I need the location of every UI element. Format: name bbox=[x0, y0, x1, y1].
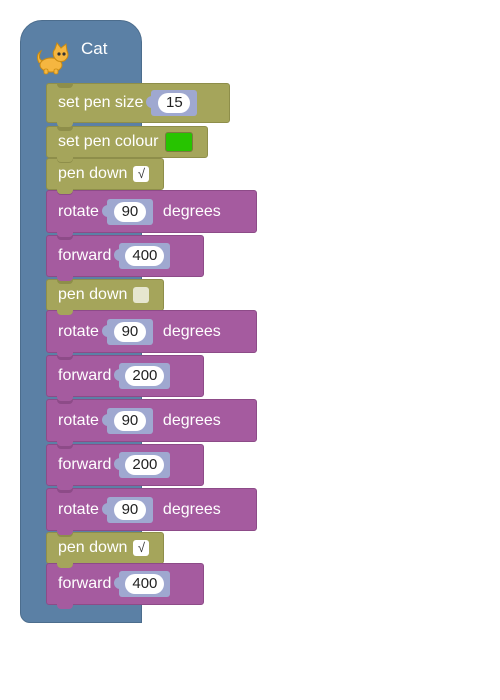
block-tab bbox=[57, 310, 73, 315]
pen-size-input[interactable]: 15 bbox=[158, 93, 191, 113]
block-tab bbox=[57, 563, 73, 568]
value-slot: 15 bbox=[146, 90, 198, 116]
block-label: rotate bbox=[58, 322, 99, 340]
block-tab bbox=[57, 530, 73, 535]
pen-down-block[interactable]: pen down bbox=[46, 279, 164, 315]
set-pen-size-block[interactable]: set pen size 15 bbox=[46, 83, 230, 127]
pen-down-checkbox[interactable] bbox=[133, 287, 150, 303]
rotate-degrees-input[interactable]: 90 bbox=[113, 201, 146, 222]
block-tab bbox=[57, 441, 73, 446]
value-slot: 400 bbox=[114, 571, 171, 597]
forward-block[interactable]: forward 400 bbox=[46, 235, 204, 281]
block-tab bbox=[57, 157, 73, 162]
degrees-label: degrees bbox=[162, 202, 221, 220]
value-slot: 200 bbox=[114, 363, 171, 389]
block-label: forward bbox=[58, 456, 112, 473]
value-slot: 90 bbox=[101, 496, 153, 523]
block-label: pen down bbox=[58, 539, 128, 556]
rotate-block[interactable]: rotate 90 degrees bbox=[46, 488, 257, 535]
pen-down-block[interactable]: pen down √ bbox=[46, 532, 164, 568]
degrees-label: degrees bbox=[162, 500, 221, 518]
rotate-degrees-input[interactable]: 90 bbox=[113, 321, 146, 342]
block-tab bbox=[57, 232, 73, 237]
forward-distance-input[interactable]: 400 bbox=[125, 574, 165, 594]
rotate-block[interactable]: rotate 90 degrees bbox=[46, 310, 257, 357]
block-label: forward bbox=[58, 247, 112, 264]
rotate-block[interactable]: rotate 90 degrees bbox=[46, 399, 257, 446]
pen-down-checkbox[interactable]: √ bbox=[133, 166, 150, 182]
forward-distance-input[interactable]: 200 bbox=[125, 455, 165, 475]
block-tab bbox=[57, 485, 73, 490]
forward-block[interactable]: forward 200 bbox=[46, 444, 204, 490]
value-slot: 400 bbox=[114, 243, 171, 269]
set-pen-colour-block[interactable]: set pen colour bbox=[46, 126, 208, 162]
block-label: set pen colour bbox=[58, 133, 159, 150]
forward-block[interactable]: forward 200 bbox=[46, 355, 204, 401]
rotate-degrees-input[interactable]: 90 bbox=[113, 410, 146, 431]
forward-block[interactable]: forward 400 bbox=[46, 563, 204, 609]
value-slot: 90 bbox=[101, 318, 153, 345]
block-tab bbox=[57, 352, 73, 357]
value-slot: 90 bbox=[101, 198, 153, 225]
block-label: pen down bbox=[58, 165, 128, 182]
degrees-label: degrees bbox=[162, 322, 221, 340]
block-label: pen down bbox=[58, 286, 128, 303]
pen-down-block[interactable]: pen down √ bbox=[46, 158, 164, 194]
block-tab bbox=[57, 122, 73, 127]
block-label: forward bbox=[58, 575, 112, 592]
sprite-name: Cat bbox=[81, 39, 108, 58]
block-label: set pen size bbox=[58, 94, 144, 111]
cat-icon bbox=[36, 41, 69, 75]
block-tab bbox=[57, 189, 73, 194]
degrees-label: degrees bbox=[162, 411, 221, 429]
forward-distance-input[interactable]: 400 bbox=[125, 246, 165, 266]
value-slot: 90 bbox=[101, 407, 153, 434]
block-notch bbox=[57, 83, 73, 88]
pen-down-checkbox[interactable]: √ bbox=[133, 540, 150, 556]
rotate-degrees-input[interactable]: 90 bbox=[113, 499, 146, 520]
block-label: rotate bbox=[58, 411, 99, 429]
block-tab bbox=[57, 276, 73, 281]
colour-swatch[interactable] bbox=[164, 132, 193, 152]
block-label: forward bbox=[58, 367, 112, 384]
forward-distance-input[interactable]: 200 bbox=[125, 366, 165, 386]
block-tab bbox=[57, 604, 73, 609]
block-label: rotate bbox=[58, 202, 99, 220]
block-tab bbox=[57, 396, 73, 401]
rotate-block[interactable]: rotate 90 degrees bbox=[46, 190, 257, 237]
block-label: rotate bbox=[58, 500, 99, 518]
value-slot: 200 bbox=[114, 452, 171, 478]
